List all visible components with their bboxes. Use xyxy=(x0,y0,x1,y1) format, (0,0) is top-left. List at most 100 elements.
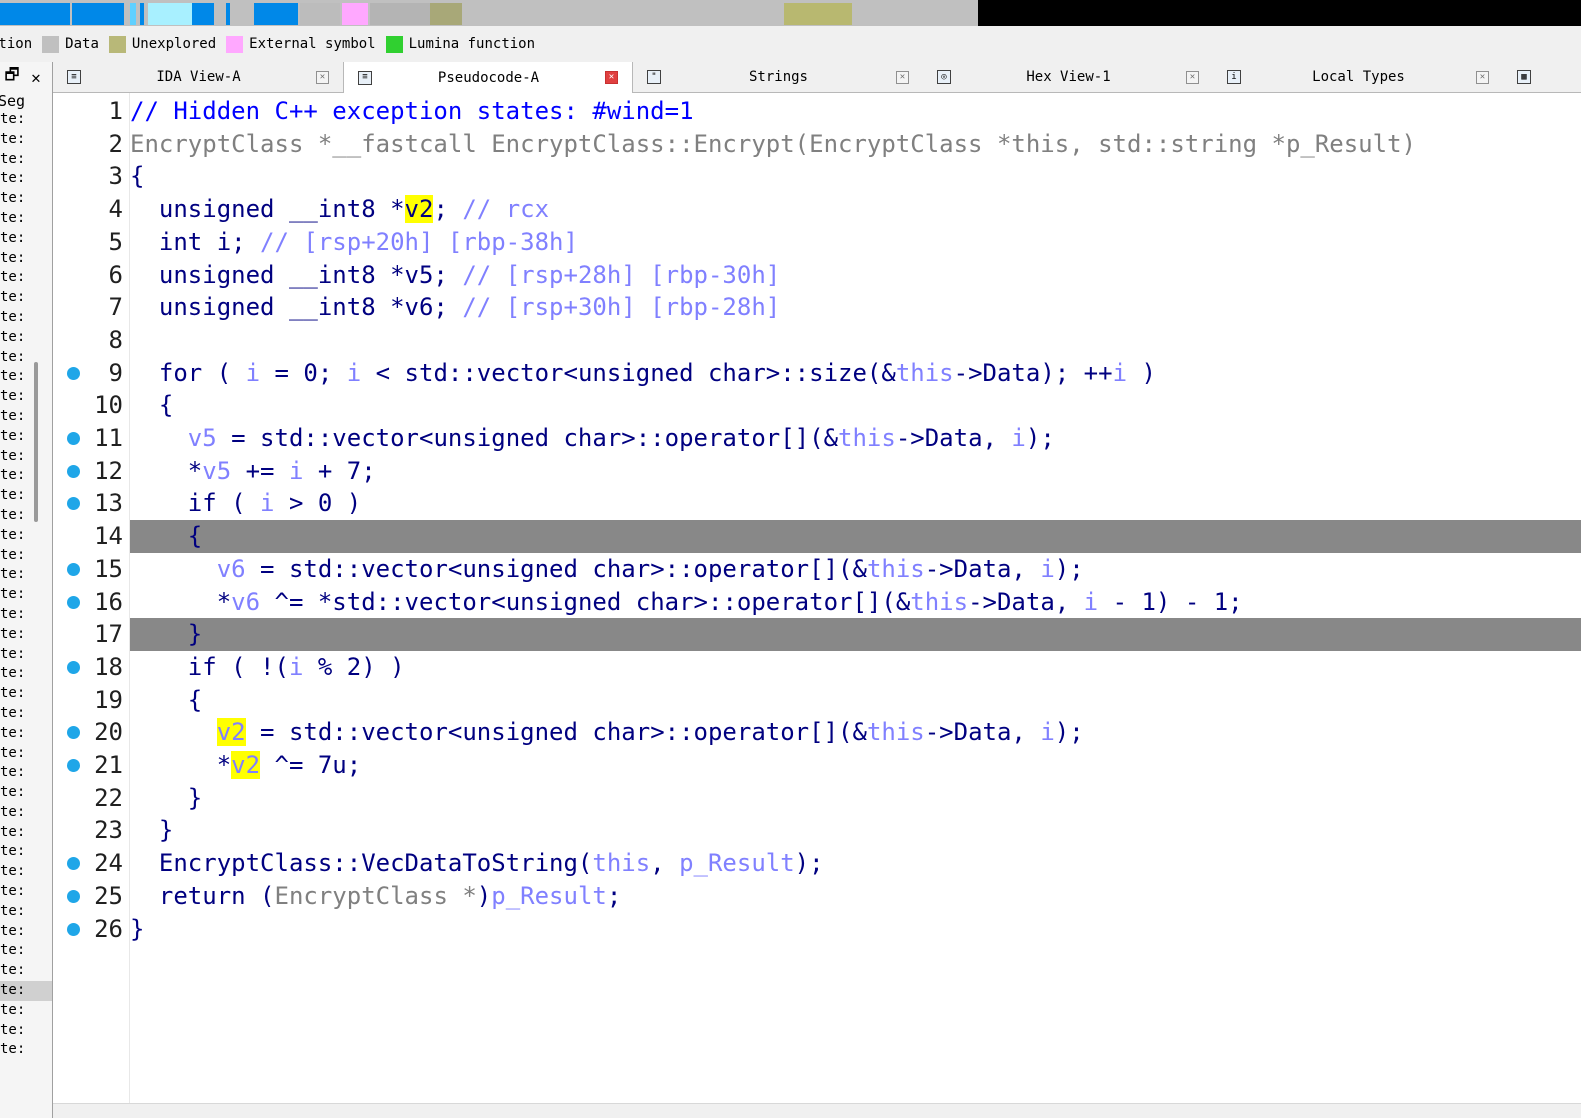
segment-row[interactable]: te: xyxy=(0,387,52,407)
code-token[interactable]: < std::vector<unsigned char>::size(& xyxy=(361,359,896,387)
code-text-area[interactable]: unsigned __int8 *v2; // rcx xyxy=(130,193,1581,226)
code-text[interactable]: unsigned __int8 *v2; // rcx xyxy=(130,193,549,226)
code-text-area[interactable] xyxy=(130,324,1581,357)
code-token[interactable] xyxy=(130,718,217,746)
code-token[interactable]: v5 xyxy=(188,424,217,452)
code-text[interactable]: if ( i > 0 ) xyxy=(130,487,361,520)
code-token[interactable]: = std::vector<unsigned char>::operator[]… xyxy=(246,555,867,583)
segment-row[interactable]: te: xyxy=(0,862,52,882)
segment-row[interactable]: te: xyxy=(0,249,52,269)
breakpoint-dot-icon[interactable] xyxy=(67,922,80,936)
code-token[interactable]: } xyxy=(130,784,202,812)
code-token[interactable]: { xyxy=(130,391,173,419)
code-token[interactable]: v2 xyxy=(216,718,246,747)
code-line[interactable]: 26} xyxy=(53,913,1581,946)
tab-hex-view-1[interactable]: ◎ Hex View-1 ✕ xyxy=(923,62,1213,92)
code-text-area[interactable]: { xyxy=(130,389,1581,422)
code-token[interactable]: return ( xyxy=(130,882,275,910)
tab-close-icon[interactable]: ✕ xyxy=(896,70,909,84)
code-token[interactable]: ^= 7u; xyxy=(260,751,362,779)
tab-close-icon[interactable]: ✕ xyxy=(1476,70,1489,84)
code-line[interactable]: 2 EncryptClass *__fastcall EncryptClass::… xyxy=(53,128,1581,161)
segment-row[interactable]: te: xyxy=(0,783,52,803)
code-token[interactable]: EncryptClass *__fastcall EncryptClass::E… xyxy=(130,130,1416,158)
code-token[interactable]: ->Data, xyxy=(896,424,1012,452)
code-token[interactable]: i xyxy=(347,359,361,387)
code-token[interactable]: i xyxy=(246,359,260,387)
code-line[interactable]: 5 int i; // [rsp+20h] [rbp-38h] xyxy=(53,226,1581,259)
tab-local-types[interactable]: i Local Types ✕ xyxy=(1213,62,1503,92)
code-token[interactable]: ); xyxy=(795,849,824,877)
tab-pseudocode-a[interactable]: ≡ Pseudocode-A ✕ xyxy=(343,62,633,93)
code-line[interactable]: 24 EncryptClass::VecDataToString(this, p… xyxy=(53,847,1581,880)
nav-band-segment[interactable] xyxy=(852,3,978,25)
code-text-area[interactable]: return (EncryptClass *)p_Result; xyxy=(130,880,1581,913)
segment-row[interactable]: te: xyxy=(0,427,52,447)
code-text[interactable]: } xyxy=(130,782,202,815)
tab-close-icon[interactable]: ✕ xyxy=(316,70,329,84)
segment-row[interactable]: te: xyxy=(0,763,52,783)
segment-row[interactable]: te: xyxy=(0,585,52,605)
code-token[interactable]: i xyxy=(260,489,274,517)
code-line[interactable]: 25 return (EncryptClass *)p_Result; xyxy=(53,880,1581,913)
code-text-area[interactable]: int i; // [rsp+20h] [rbp-38h] xyxy=(130,226,1581,259)
code-line[interactable]: 16 *v6 ^= *std::vector<unsigned char>::o… xyxy=(53,586,1581,619)
code-line[interactable]: 10 { xyxy=(53,389,1581,422)
code-token[interactable]: ); xyxy=(1055,555,1084,583)
segment-row[interactable]: te: xyxy=(0,268,52,288)
nav-band-segment[interactable] xyxy=(784,3,852,25)
code-token[interactable]: = 0; xyxy=(260,359,347,387)
segment-row[interactable]: te: xyxy=(0,664,52,684)
code-token[interactable]: EncryptClass * xyxy=(275,882,477,910)
code-token[interactable]: ^= *std::vector<unsigned char>::operator… xyxy=(260,588,911,616)
code-token[interactable]: // [rsp+20h] [rbp-38h] xyxy=(260,228,578,256)
code-text-area[interactable]: EncryptClass::VecDataToString(this, p_Re… xyxy=(130,847,1581,880)
nav-band-segment[interactable] xyxy=(342,3,368,25)
segment-row[interactable]: te: xyxy=(0,506,52,526)
segment-row[interactable]: te: xyxy=(0,902,52,922)
code-token[interactable]: ); xyxy=(1026,424,1055,452)
nav-band-segment[interactable] xyxy=(430,3,462,25)
code-text-area[interactable]: if ( i > 0 ) xyxy=(130,487,1581,520)
code-text[interactable]: } xyxy=(130,618,202,651)
code-line[interactable]: 14 { xyxy=(53,520,1581,553)
code-token[interactable]: v5 xyxy=(202,457,231,485)
breakpoint-dot-icon[interactable] xyxy=(67,759,80,772)
segment-row[interactable]: te: xyxy=(0,209,52,229)
breakpoint-dot-icon[interactable] xyxy=(67,432,80,445)
code-token[interactable]: this xyxy=(867,555,925,583)
code-token[interactable]: for ( xyxy=(130,359,246,387)
code-token[interactable]: + 7; xyxy=(303,457,376,485)
code-text[interactable]: { xyxy=(130,389,173,422)
code-line[interactable]: 21 *v2 ^= 7u; xyxy=(53,749,1581,782)
nav-band-segment[interactable] xyxy=(370,3,430,25)
code-line[interactable]: 18 if ( !(i % 2) ) xyxy=(53,651,1581,684)
code-token[interactable]: ) xyxy=(1127,359,1155,387)
code-token[interactable] xyxy=(130,424,188,452)
code-token[interactable]: this xyxy=(592,849,650,877)
segment-row[interactable]: te: xyxy=(0,189,52,209)
segment-row[interactable]: te: xyxy=(0,308,52,328)
nav-band-segment[interactable] xyxy=(148,3,192,25)
code-token[interactable]: ; xyxy=(433,195,462,223)
tab-extra[interactable]: ▦ xyxy=(1503,62,1581,92)
segment-row[interactable]: te: xyxy=(0,981,52,1001)
code-token[interactable]: ->Data, xyxy=(968,588,1084,616)
code-token[interactable]: i xyxy=(1040,718,1054,746)
code-text[interactable]: v2 = std::vector<unsigned char>::operato… xyxy=(130,716,1084,749)
code-line[interactable]: 1// Hidden C++ exception states: #wind=1 xyxy=(53,95,1581,128)
segment-row[interactable]: te: xyxy=(0,565,52,585)
horizontal-scrollbar[interactable] xyxy=(53,1103,1581,1118)
code-line[interactable]: 9 for ( i = 0; i < std::vector<unsigned … xyxy=(53,357,1581,390)
segments-list[interactable]: te: te: te: te: te: te: te: te: te: te: te: te: te: t… xyxy=(0,110,52,1060)
nav-band-segment[interactable] xyxy=(192,3,214,25)
segment-row[interactable]: te: xyxy=(0,130,52,150)
code-text[interactable]: if ( !(i % 2) ) xyxy=(130,651,405,684)
nav-band-segment[interactable] xyxy=(130,3,136,25)
code-text-area[interactable]: EncryptClass *__fastcall EncryptClass::E… xyxy=(130,128,1581,161)
code-text-area[interactable]: } xyxy=(130,782,1581,815)
code-token[interactable]: i xyxy=(1011,424,1025,452)
code-line[interactable]: 6 unsigned __int8 *v5; // [rsp+28h] [rbp… xyxy=(53,259,1581,292)
nav-band-segment[interactable] xyxy=(226,3,230,25)
nav-band-segment[interactable] xyxy=(978,0,1581,26)
